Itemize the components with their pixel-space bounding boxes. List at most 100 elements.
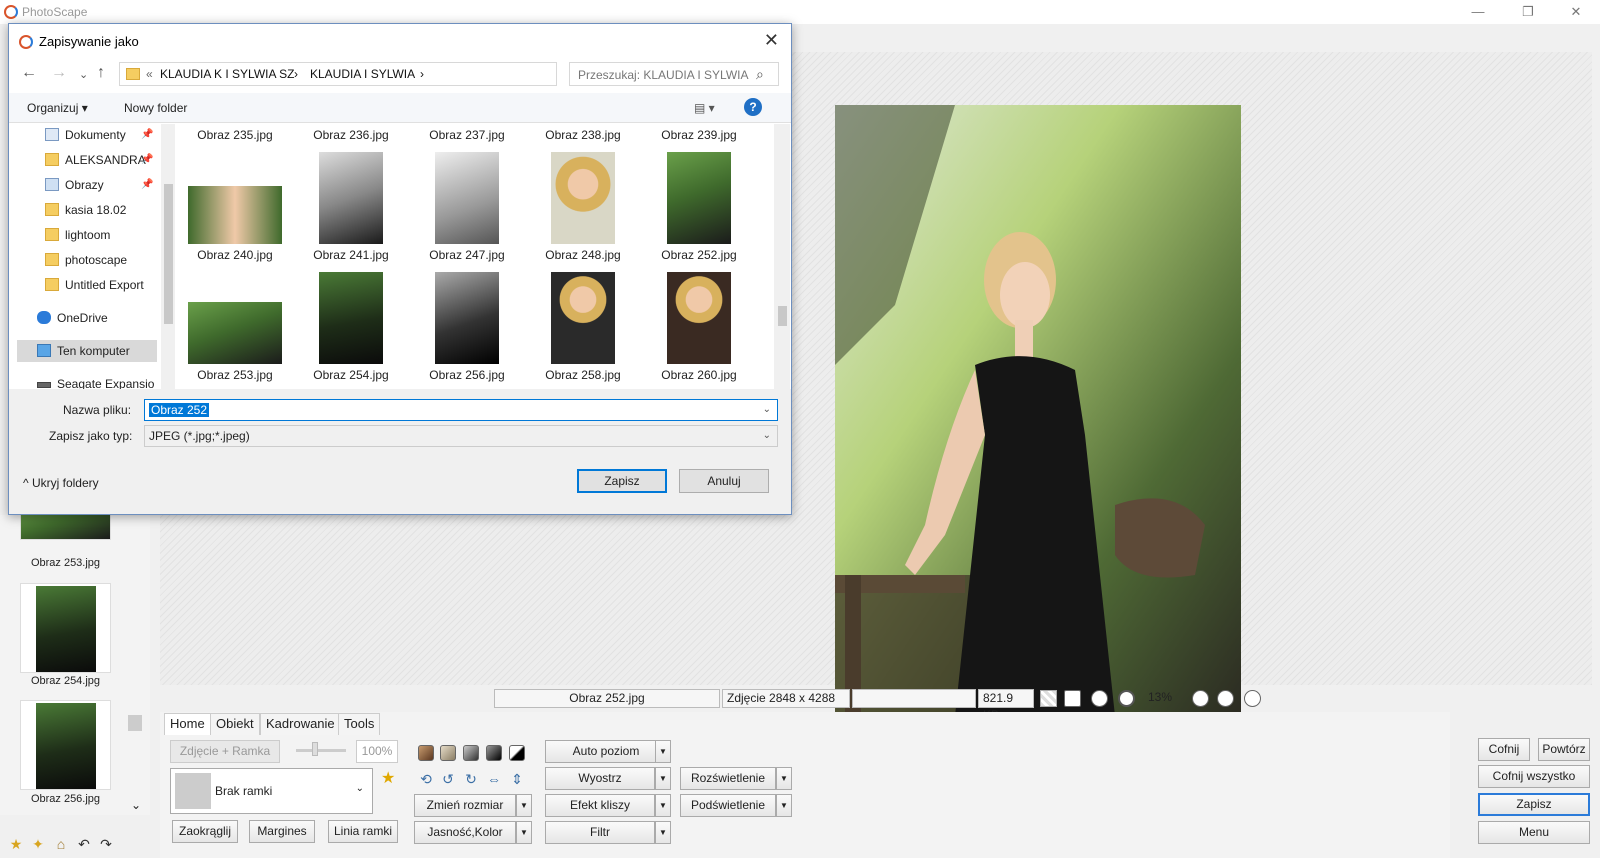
forward-arrow-icon[interactable]: ↷ [98, 836, 114, 852]
fit-screen-icon[interactable] [1064, 690, 1081, 707]
file-item[interactable]: Obraz 237.jpg [411, 124, 523, 146]
file-item[interactable]: Obraz 238.jpg [527, 124, 639, 146]
undo-all-button[interactable]: Cofnij wszystko [1478, 765, 1590, 788]
breadcrumb-parent[interactable]: KLAUDIA K I SYLWIA SZ [160, 67, 295, 81]
nav-item-pictures[interactable]: Obrazy 📌 [17, 174, 157, 196]
tab-home[interactable]: Home [164, 713, 211, 735]
round-button[interactable]: Zaokrąglij [172, 820, 238, 843]
nav-item-photoscape[interactable]: photoscape [17, 249, 157, 271]
breadcrumb-overflow[interactable]: « [146, 67, 153, 81]
close-button[interactable]: ✕ [1566, 3, 1586, 21]
thumbnail-strip[interactable]: Obraz 253.jpg Obraz 254.jpg Obraz 256.jp… [0, 505, 150, 815]
rotate-canvas-icon[interactable]: ⟲ [418, 771, 434, 787]
brightness-color-button[interactable]: Jasność,Kolor [414, 821, 516, 844]
frame-select[interactable]: Brak ramki ⌄ [170, 768, 373, 814]
margins-button[interactable]: Margines [249, 820, 315, 843]
nav-item-untitled-export[interactable]: Untitled Export [17, 274, 157, 296]
address-bar[interactable]: « KLAUDIA K I SYLWIA SZ › KLAUDIA I SYLW… [119, 62, 651, 86]
strip-scroll-down-icon[interactable]: ⌄ [131, 798, 141, 812]
nav-item-kasia[interactable]: kasia 18.02 [17, 199, 157, 221]
zoom-actual-icon[interactable] [1091, 690, 1108, 707]
backlight-button[interactable]: Podświetlenie [680, 794, 776, 817]
photo-frame-button[interactable]: Zdjęcie + Ramka [170, 740, 280, 763]
nav-item-documents[interactable]: Dokumenty 📌 [17, 124, 157, 146]
brighten-dropdown[interactable]: ▼ [776, 767, 792, 790]
nav-pane-scrollbar[interactable] [161, 124, 175, 411]
light-tone-icon[interactable] [440, 745, 456, 761]
view-options-icon[interactable]: ▤ ▾ [694, 101, 715, 115]
search-input[interactable]: Przeszukaj: KLAUDIA I SYLWIA ⌕ [569, 62, 779, 86]
file-item[interactable]: Obraz 240.jpg [179, 148, 291, 266]
breadcrumb-current[interactable]: KLAUDIA I SYLWIA [310, 67, 415, 81]
new-folder-button[interactable]: Nowy folder [124, 101, 187, 115]
organize-menu[interactable]: Organizuj ▾ [27, 101, 88, 115]
flip-vertical-icon[interactable]: ⇕ [509, 771, 525, 787]
file-item[interactable]: Obraz 235.jpg [179, 124, 291, 146]
dark-tone-icon[interactable] [486, 745, 502, 761]
menu-button[interactable]: Menu [1478, 821, 1590, 844]
frame-line-button[interactable]: Linia ramki [328, 820, 398, 843]
nav-item-aleksandra[interactable]: ALEKSANDRA 📌 [17, 149, 157, 171]
nav-item-lightoom[interactable]: lightoom [17, 224, 157, 246]
restore-button[interactable]: ❐ [1518, 3, 1538, 21]
rotate-right-icon[interactable]: ↻ [463, 771, 479, 787]
dialog-close-button[interactable]: ✕ [764, 30, 779, 51]
breadcrumb-separator[interactable]: › [294, 67, 298, 81]
flip-horizontal-icon[interactable]: ⇔ [486, 771, 502, 787]
file-item[interactable]: Obraz 236.jpg [295, 124, 407, 146]
file-list[interactable]: Obraz 235.jpg Obraz 236.jpg Obraz 237.jp… [179, 124, 774, 411]
help-icon[interactable]: ? [744, 98, 762, 116]
file-item[interactable]: Obraz 260.jpg [643, 268, 755, 386]
save-button[interactable]: Zapisz [1478, 793, 1590, 816]
frame-favorite-star-icon[interactable]: ★ [381, 768, 395, 788]
opacity-slider-handle[interactable] [312, 742, 318, 756]
file-item[interactable]: Obraz 253.jpg [179, 268, 291, 386]
minimize-button[interactable]: — [1468, 3, 1488, 21]
file-item[interactable]: Obraz 256.jpg [411, 268, 523, 386]
sharpen-dropdown[interactable]: ▼ [655, 767, 671, 790]
hide-folders-toggle[interactable]: ^ Ukryj foldery [23, 476, 99, 490]
favorite-star-icon[interactable]: ★ [8, 836, 24, 852]
zoom-out-icon[interactable] [1217, 690, 1234, 707]
filetype-select[interactable]: JPEG (*.jpg;*.jpeg) ⌄ [144, 425, 778, 447]
nav-item-this-pc[interactable]: Ten komputer [17, 340, 157, 362]
redo-button[interactable]: Powtórz [1538, 738, 1590, 761]
back-arrow-icon[interactable]: ↶ [76, 836, 92, 852]
file-item[interactable]: Obraz 241.jpg [295, 148, 407, 266]
strip-thumbnail[interactable] [20, 700, 111, 790]
nav-item-onedrive[interactable]: OneDrive [17, 307, 157, 329]
zoom-fit-icon[interactable] [1118, 690, 1135, 707]
sepia-tone-icon[interactable] [418, 745, 434, 761]
dialog-save-button[interactable]: Zapisz [577, 469, 667, 493]
film-effect-button[interactable]: Efekt kliszy [545, 794, 655, 817]
tab-object[interactable]: Obiekt [210, 713, 260, 735]
sharpen-button[interactable]: Wyostrz [545, 767, 655, 790]
brightness-dropdown[interactable]: ▼ [516, 821, 532, 844]
file-item[interactable]: Obraz 254.jpg [295, 268, 407, 386]
tab-tools[interactable]: Tools [338, 713, 381, 735]
search-icon[interactable]: ⌕ [756, 66, 764, 83]
recent-locations-icon[interactable]: ⌄ [79, 68, 88, 81]
film-effect-dropdown[interactable]: ▼ [655, 794, 671, 817]
file-list-scrollbar[interactable] [774, 124, 790, 411]
file-item[interactable]: Obraz 247.jpg [411, 148, 523, 266]
undo-button[interactable]: Cofnij [1478, 738, 1530, 761]
auto-level-button[interactable]: Auto poziom [545, 740, 667, 763]
file-item[interactable]: Obraz 258.jpg [527, 268, 639, 386]
dialog-cancel-button[interactable]: Anuluj [679, 469, 769, 493]
resize-dropdown[interactable]: ▼ [516, 794, 532, 817]
gray-tone-icon[interactable] [463, 745, 479, 761]
filter-button[interactable]: Filtr [545, 821, 655, 844]
stars-icon[interactable]: ✦ [30, 836, 46, 852]
strip-scrollbar[interactable] [128, 715, 142, 731]
photo-preview[interactable] [835, 105, 1241, 716]
open-folder-icon[interactable]: ⌂ [53, 836, 69, 852]
opacity-input[interactable]: 100% [356, 740, 398, 763]
file-item[interactable]: Obraz 239.jpg [643, 124, 755, 146]
info-icon[interactable] [1244, 690, 1261, 707]
back-icon[interactable]: ← [21, 64, 37, 82]
filename-input[interactable]: Obraz 252 ⌄ [144, 399, 778, 421]
auto-level-dropdown[interactable]: ▼ [655, 740, 671, 763]
file-item[interactable]: Obraz 252.jpg [643, 148, 755, 266]
opacity-slider[interactable] [296, 749, 346, 752]
